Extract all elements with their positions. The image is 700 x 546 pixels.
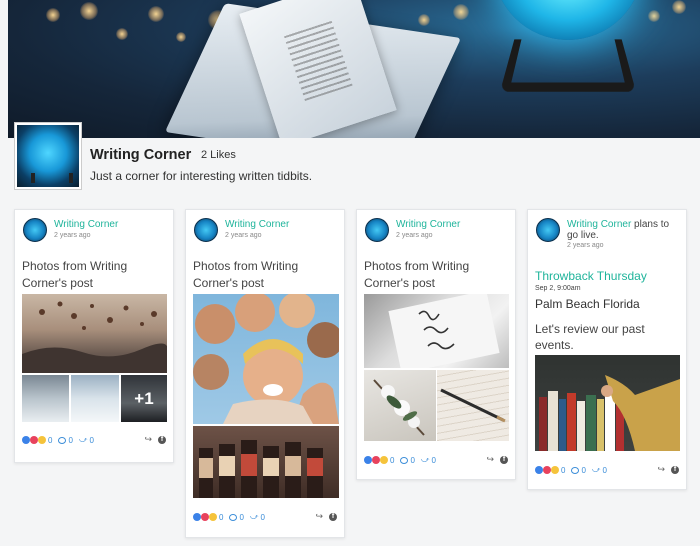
reaction-bar[interactable]: 0 0 ⤻ 0 (535, 465, 611, 475)
share-icon[interactable]: ↪ (144, 434, 152, 445)
cotton-branch-graphic (373, 379, 425, 436)
page-avatar[interactable] (15, 123, 81, 189)
shares-count: 0 (260, 512, 265, 522)
post-photo-notebook[interactable] (364, 294, 509, 368)
event-title[interactable]: Throwback Thursday (535, 269, 647, 283)
event-date: Sep 2, 9:00am (535, 285, 581, 292)
post-author-name[interactable]: Writing Corner (567, 219, 631, 230)
facebook-icon[interactable]: f (500, 455, 508, 464)
comment-icon (58, 436, 67, 444)
balloons-graphic (22, 301, 167, 373)
cover-photo (8, 0, 700, 138)
post-author[interactable]: Writing Corner (225, 219, 289, 230)
post-photo-mountain-2[interactable] (71, 375, 119, 422)
reaction-bar[interactable]: 0 0 ⤻ 0 (193, 512, 269, 522)
post-photo-cotton[interactable] (364, 370, 436, 441)
comments-count: 0 (68, 435, 73, 445)
notebook-graphic (388, 294, 500, 368)
post-card[interactable]: Writing Corner 2 years ago Photos from W… (185, 209, 345, 538)
page-likes: 2 Likes (201, 149, 236, 161)
comment-icon (571, 466, 580, 474)
author-avatar[interactable] (536, 218, 560, 242)
share-count-icon: ⤻ (591, 465, 601, 474)
share-icon[interactable]: ↪ (315, 511, 323, 522)
event-location: Palm Beach Florida (535, 297, 640, 311)
share-icon[interactable]: ↪ (486, 454, 494, 465)
comments-count: 0 (410, 455, 415, 465)
post-time: 2 years ago (225, 232, 262, 239)
reactions-count: 0 (390, 455, 395, 465)
like-reaction-icon (535, 466, 543, 474)
shares-count: 0 (89, 435, 94, 445)
event-post-card[interactable]: Writing Corner plans to go live. 2 years… (527, 209, 687, 490)
post-photo-pen[interactable] (437, 370, 509, 441)
share-count-icon: ⤻ (78, 435, 88, 444)
post-photo-balloons[interactable] (22, 294, 167, 373)
reaction-bar[interactable]: 0 0 ⤻ 0 (364, 455, 440, 465)
shares-count: 0 (431, 455, 436, 465)
facebook-icon[interactable]: f (158, 435, 166, 444)
page-description: Just a corner for interesting written ti… (90, 169, 313, 183)
bookshelf-graphic (539, 375, 680, 451)
post-time: 2 years ago (396, 232, 433, 239)
post-time: 2 years ago (567, 242, 604, 249)
post-photo-group-standing[interactable] (193, 426, 339, 498)
like-reaction-icon (22, 436, 30, 444)
haha-reaction-icon (551, 466, 559, 474)
reaction-bar[interactable]: 0 0 ⤻ 0 (22, 435, 98, 445)
author-avatar[interactable] (23, 218, 47, 242)
haha-reaction-icon (38, 436, 46, 444)
post-photo-bookshelf[interactable] (535, 355, 680, 451)
post-author[interactable]: Writing Corner plans to go live. (567, 219, 679, 241)
haha-reaction-icon (209, 513, 217, 521)
post-photo-mountain-1[interactable] (22, 375, 69, 422)
love-reaction-icon (201, 513, 209, 521)
like-reaction-icon (364, 456, 372, 464)
pen-graphic (440, 388, 506, 423)
post-text: Photos from Writing Corner's post (22, 259, 128, 290)
comments-count: 0 (239, 512, 244, 522)
post-photo-more[interactable]: +1 (121, 375, 167, 422)
author-avatar[interactable] (194, 218, 218, 242)
reactions-count: 0 (561, 465, 566, 475)
post-card[interactable]: Writing Corner 2 years ago Photos from W… (14, 209, 174, 463)
love-reaction-icon (30, 436, 38, 444)
haha-reaction-icon (380, 456, 388, 464)
facebook-icon[interactable]: f (671, 465, 679, 474)
comment-icon (229, 513, 238, 521)
shares-count: 0 (602, 465, 607, 475)
post-card[interactable]: Writing Corner 2 years ago Photos from W… (356, 209, 516, 480)
love-reaction-icon (372, 456, 380, 464)
post-time: 2 years ago (54, 232, 91, 239)
comments-count: 0 (581, 465, 586, 475)
facebook-icon[interactable]: f (329, 512, 337, 521)
post-author[interactable]: Writing Corner (396, 219, 460, 230)
group-selfie-graphic (193, 294, 339, 424)
post-text: Photos from Writing Corner's post (364, 259, 470, 290)
group-standing-graphic (199, 440, 323, 498)
post-text: Photos from Writing Corner's post (193, 259, 299, 290)
author-avatar[interactable] (365, 218, 389, 242)
like-reaction-icon (193, 513, 201, 521)
reactions-count: 0 (219, 512, 224, 522)
reactions-count: 0 (48, 435, 53, 445)
love-reaction-icon (543, 466, 551, 474)
post-author[interactable]: Writing Corner (54, 219, 118, 230)
post-photo-group-selfie[interactable] (193, 294, 339, 424)
page-name[interactable]: Writing Corner (90, 147, 191, 163)
more-photos-count: +1 (121, 375, 167, 422)
comment-icon (400, 456, 409, 464)
share-icon[interactable]: ↪ (657, 464, 665, 475)
event-description: Let's review our past events. (535, 322, 645, 352)
share-count-icon: ⤻ (420, 455, 430, 464)
share-count-icon: ⤻ (249, 512, 259, 521)
